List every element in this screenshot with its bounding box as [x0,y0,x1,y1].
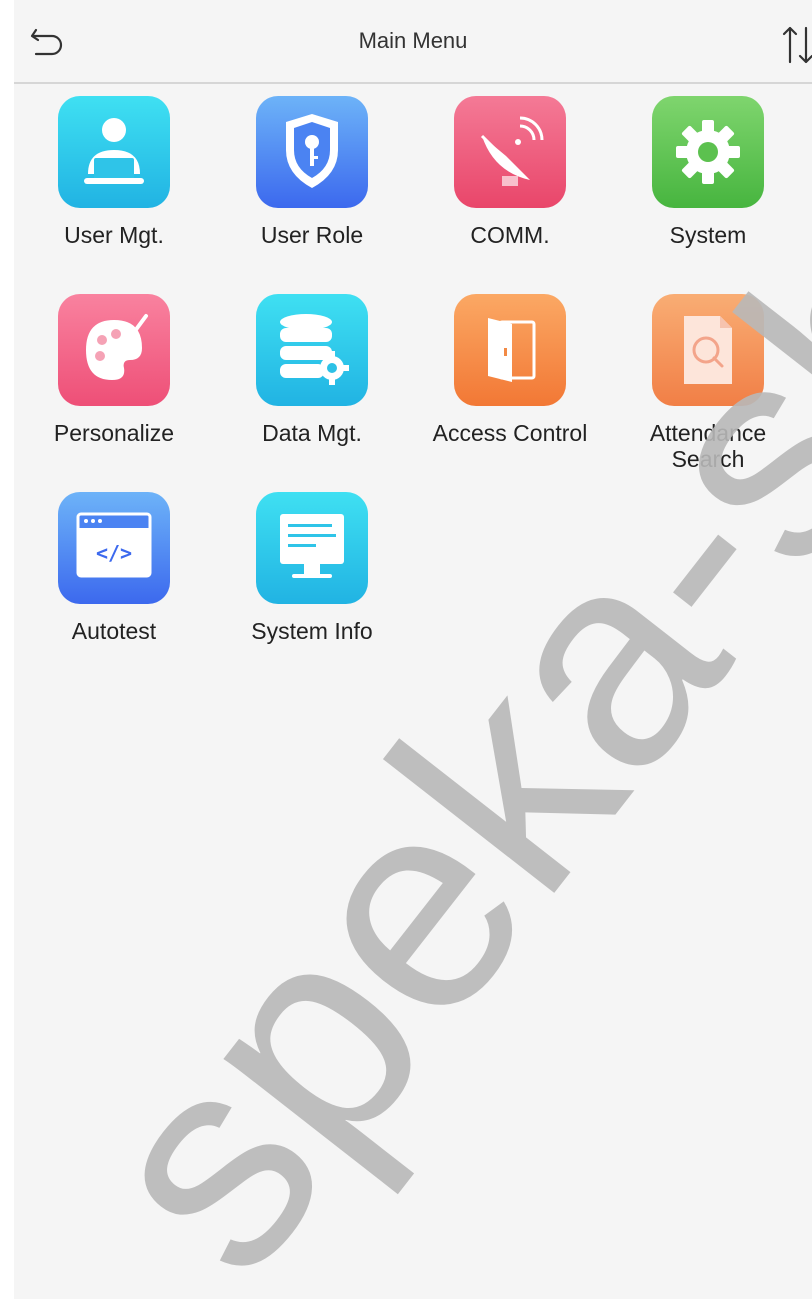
menu-item-label: Personalize [53,420,175,446]
menu-item-label: Attendance Search [649,420,767,472]
main-menu-screen: Main Menu User Mgt. User Role COMM. Syst… [14,0,812,1299]
menu-item-label: Autotest [71,618,157,644]
document-search-icon [652,294,764,406]
menu-item-system[interactable]: System [608,96,798,276]
sort-arrows-icon[interactable] [780,22,812,68]
menu-item-label: User Mgt. [64,222,164,248]
user-icon [58,96,170,208]
menu-item-label: System Info [251,618,373,644]
door-icon [454,294,566,406]
header-bar: Main Menu [14,0,812,84]
menu-item-personalize[interactable]: Personalize [14,294,204,474]
menu-item-label: System [669,222,747,248]
menu-item-access-control[interactable]: Access Control [410,294,600,474]
satellite-dish-icon [454,96,566,208]
menu-item-user-mgt[interactable]: User Mgt. [14,96,204,276]
menu-item-user-role[interactable]: User Role [212,96,402,276]
palette-icon [58,294,170,406]
menu-item-data-mgt[interactable]: Data Mgt. [212,294,402,474]
menu-item-attendance-search[interactable]: Attendance Search [608,294,798,474]
gear-icon [652,96,764,208]
menu-item-label: COMM. [470,222,550,248]
svg-text:</>: </> [96,541,132,565]
menu-item-comm[interactable]: COMM. [410,96,600,276]
page-title: Main Menu [358,28,468,53]
database-gear-icon [256,294,368,406]
menu-item-label: Access Control [432,420,588,446]
shield-key-icon [256,96,368,208]
menu-item-autotest[interactable]: </> Autotest [14,492,204,672]
menu-item-label: User Role [260,222,364,248]
menu-item-label: Data Mgt. [262,420,362,446]
monitor-icon [256,492,368,604]
code-window-icon: </> [58,492,170,604]
menu-item-system-info[interactable]: System Info [212,492,402,672]
